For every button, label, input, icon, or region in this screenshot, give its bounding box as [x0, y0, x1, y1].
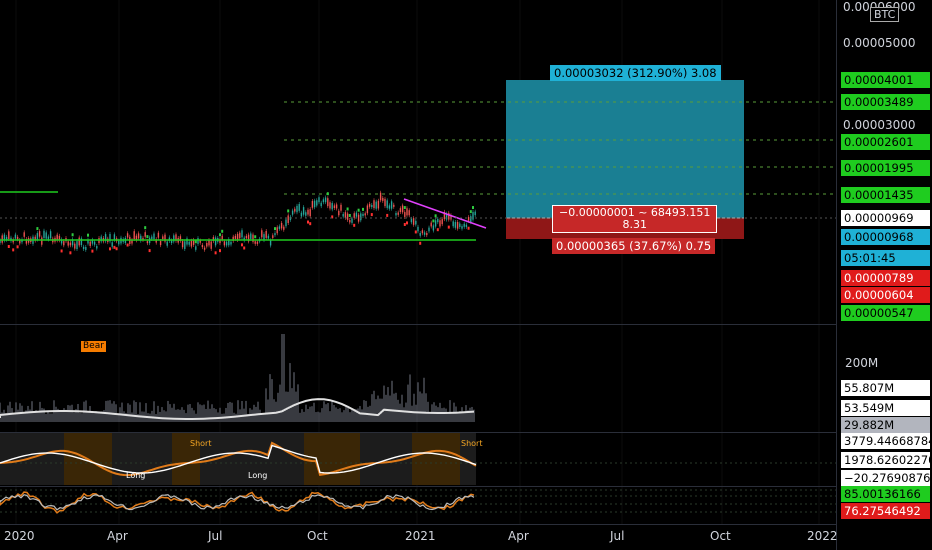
stop-label[interactable]: 0.00000365 (37.67%) 0.75	[552, 238, 716, 254]
price-axis-marker: 0.00001995	[841, 160, 930, 176]
price-axis-marker: 0.00000969	[841, 210, 930, 226]
bear-badge: Bear	[81, 341, 106, 352]
time-axis-tick: 2020	[4, 529, 35, 543]
time-axis-tick: Apr	[508, 529, 529, 543]
price-axis-marker: 0.00002601	[841, 134, 930, 150]
time-axis-tick: Apr	[107, 529, 128, 543]
price-axis-marker: 0.00003489	[841, 94, 930, 110]
axis-marker: 53.549M	[841, 400, 930, 416]
position-entry-label[interactable]: −0.00000001 ~ 68493.151 8.31	[552, 205, 718, 233]
long-signal: Long	[248, 471, 268, 480]
target-zone	[506, 80, 744, 218]
time-axis-tick: 2021	[405, 529, 436, 543]
pane-divider[interactable]	[0, 324, 836, 325]
axis-marker: 1978.62602270	[841, 452, 932, 468]
candlesticks	[0, 190, 476, 255]
time-axis-tick: Oct	[710, 529, 731, 543]
short-signal: Short	[461, 439, 483, 448]
time-axis-tick: 2022	[807, 529, 838, 543]
price-axis-marker: 0.00000547	[841, 305, 930, 321]
price-axis-marker: 0.00000968	[841, 229, 930, 245]
price-chart[interactable]	[0, 0, 932, 550]
axis-marker: 85.00136166	[841, 486, 930, 502]
axis-marker: 55.807M	[841, 380, 930, 396]
time-axis-tick: Jul	[208, 529, 223, 543]
price-axis-marker: 05:01:45	[841, 250, 930, 266]
price-axis-label: 0.00005000	[843, 36, 916, 50]
price-axis-marker: 0.00004001	[841, 72, 930, 88]
axis-marker: 29.882M	[841, 417, 930, 433]
price-axis-label: 0.00003000	[843, 118, 916, 132]
time-axis-tick: Oct	[307, 529, 328, 543]
pane-divider[interactable]	[0, 486, 836, 487]
price-axis-marker: 0.00000604	[841, 287, 930, 303]
time-axis-tick: Jul	[610, 529, 625, 543]
long-signal: Long	[126, 471, 146, 480]
axis-border	[836, 0, 837, 550]
price-axis-marker: 0.00001435	[841, 187, 930, 203]
short-signal: Short	[190, 439, 212, 448]
rsi-pane	[0, 489, 836, 514]
symbol-badge[interactable]: BTC	[870, 7, 900, 22]
axis-marker: 3779.44668784	[841, 433, 932, 449]
volume-scale-label: 200M	[845, 356, 879, 370]
pane-divider[interactable]	[0, 432, 836, 433]
target-label[interactable]: 0.00003032 (312.90%) 3.08	[550, 65, 721, 81]
axis-marker: −20.27690876	[841, 470, 930, 486]
price-axis-marker: 0.00000789	[841, 270, 930, 286]
axis-marker: 76.27546492	[841, 503, 930, 519]
volume-pane	[0, 334, 475, 422]
pane-divider[interactable]	[0, 524, 836, 525]
entry-label-line-2: 8.31	[622, 218, 647, 231]
